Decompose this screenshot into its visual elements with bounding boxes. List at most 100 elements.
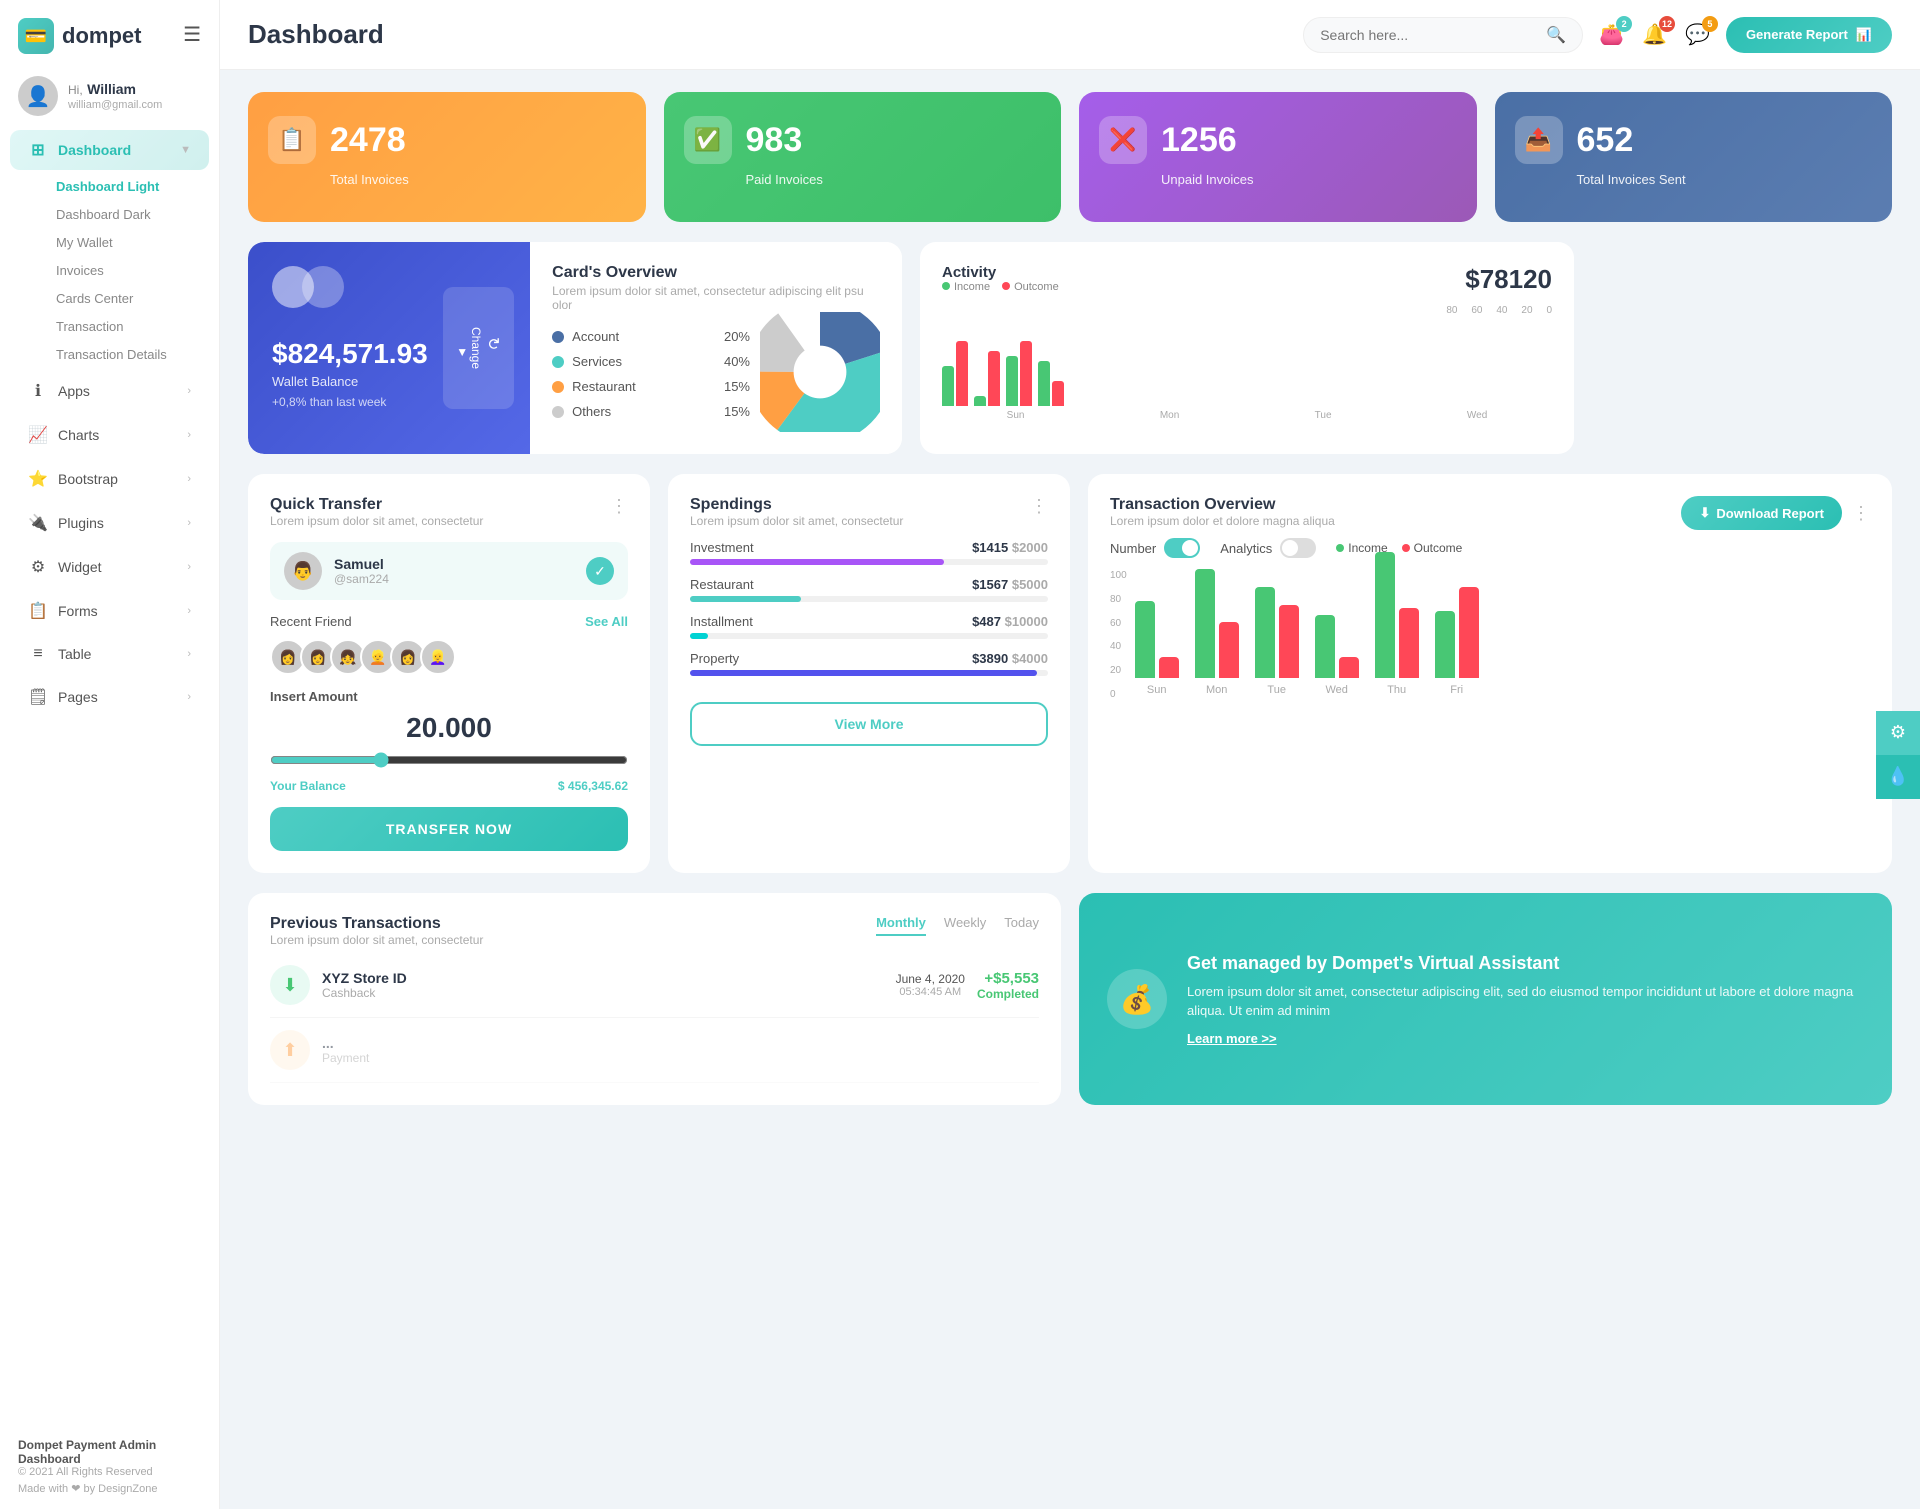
subitem-dashboard-dark[interactable]: Dashboard Dark (38, 201, 209, 228)
unpaid-invoices-icon: ❌ (1099, 116, 1147, 164)
notification-icon-btn[interactable]: 🔔 12 (1642, 22, 1667, 47)
y-axis-labels: 020406080100 (1110, 570, 1127, 720)
transfer-now-button[interactable]: TRANSFER NOW (270, 807, 628, 851)
paid-invoices-icon: ✅ (684, 116, 732, 164)
quick-transfer-menu[interactable]: ⋮ (610, 496, 628, 517)
big-bar-chart-wrapper: 020406080100 Sun (1110, 570, 1870, 720)
bar-sun-outcome (956, 341, 968, 406)
sidebar-item-apps[interactable]: ℹ Apps › (10, 371, 209, 411)
search-input[interactable] (1320, 27, 1538, 43)
subitem-invoices[interactable]: Invoices (38, 257, 209, 284)
subitem-transaction[interactable]: Transaction (38, 313, 209, 340)
tab-today[interactable]: Today (1004, 915, 1039, 936)
spendings-card: Spendings Lorem ipsum dolor sit amet, co… (668, 474, 1070, 873)
va-title: Get managed by Dompet's Virtual Assistan… (1187, 953, 1864, 974)
activity-bar-chart (942, 326, 1552, 406)
sidebar-item-pages[interactable]: 🗒 Pages › (10, 677, 209, 717)
droplet-icon: 💧 (1887, 766, 1909, 787)
card-overview-combined: $824,571.93 Wallet Balance +0,8% than la… (248, 242, 902, 454)
tx-name-2: ... (322, 1035, 1039, 1051)
amount-slider[interactable] (270, 752, 628, 768)
see-all-link[interactable]: See All (585, 614, 628, 629)
sidebar-item-dashboard[interactable]: ⊞ Dashboard ▼ (10, 130, 209, 170)
sent-invoices-label: Total Invoices Sent (1577, 172, 1873, 187)
bar-group-tue (1006, 341, 1032, 406)
sidebar-item-forms[interactable]: 📋 Forms › (10, 591, 209, 631)
services-dot (552, 356, 564, 368)
sidebar-label-plugins: Plugins (58, 515, 104, 531)
thu-label: Thu (1387, 684, 1406, 696)
tx-amount-col: +$5,553 Completed (977, 970, 1039, 1001)
page-content: 📋 2478 Total Invoices ✅ 983 Paid Invoice… (220, 70, 1920, 1509)
tx-amount-1: +$5,553 (977, 970, 1039, 987)
last-section: Previous Transactions Lorem ipsum dolor … (248, 893, 1892, 1105)
search-bar[interactable]: 🔍 (1303, 17, 1583, 53)
subitem-dashboard-light[interactable]: Dashboard Light (38, 173, 209, 200)
total-invoices-label: Total Invoices (330, 172, 626, 187)
wallet-icon-btn[interactable]: 👛 2 (1599, 22, 1624, 47)
charts-icon: 📈 (28, 425, 48, 445)
forms-icon: 📋 (28, 601, 48, 621)
thu-income-bar (1375, 552, 1395, 678)
subitem-transaction-details[interactable]: Transaction Details (38, 341, 209, 368)
sidebar-label-widget: Widget (58, 559, 102, 575)
wed-label: Wed (1325, 684, 1347, 696)
view-more-button[interactable]: View More (690, 702, 1048, 746)
overview-title: Card's Overview (552, 264, 880, 282)
unpaid-invoices-label: Unpaid Invoices (1161, 172, 1457, 187)
droplet-right-button[interactable]: 💧 (1876, 755, 1920, 799)
tx-tabs: Monthly Weekly Today (876, 915, 1039, 936)
spendings-subtitle: Lorem ipsum dolor sit amet, consectetur (690, 514, 903, 528)
fri-label: Fri (1450, 684, 1463, 696)
subitem-cards-center[interactable]: Cards Center (38, 285, 209, 312)
download-report-button[interactable]: ⬇ Download Report (1681, 496, 1842, 530)
spendings-menu[interactable]: ⋮ (1030, 496, 1048, 517)
analytics-toggle[interactable] (1280, 538, 1316, 558)
sidebar-item-bootstrap[interactable]: ⭐ Bootstrap › (10, 459, 209, 499)
card-circle-2 (302, 266, 344, 308)
hamburger-icon[interactable]: ☰ (183, 22, 201, 47)
samuel-name: Samuel (334, 556, 389, 572)
va-learn-more-link[interactable]: Learn more >> (1187, 1031, 1864, 1046)
chevron-right-icon-7: › (187, 648, 191, 660)
stat-card-paid-invoices: ✅ 983 Paid Invoices (664, 92, 1062, 222)
main-content: Dashboard 🔍 👛 2 🔔 12 💬 5 Generate Report… (220, 0, 1920, 1509)
message-icon-btn[interactable]: 💬 5 (1685, 22, 1710, 47)
subitem-my-wallet[interactable]: My Wallet (38, 229, 209, 256)
refresh-icon: ↻ (483, 327, 502, 361)
bottom-section: Quick Transfer Lorem ipsum dolor sit ame… (248, 474, 1892, 873)
wallet-badge: 2 (1616, 16, 1632, 32)
sun-outcome-bar (1159, 657, 1179, 678)
dashboard-submenu: Dashboard Light Dashboard Dark My Wallet… (0, 172, 219, 369)
sidebar-item-widget[interactable]: ⚙ Widget › (10, 547, 209, 587)
sidebar-item-plugins[interactable]: 🔌 Plugins › (10, 503, 209, 543)
friend-6: 👱‍♀️ (420, 639, 456, 675)
sidebar-item-charts[interactable]: 📈 Charts › (10, 415, 209, 455)
notification-badge: 12 (1659, 16, 1675, 32)
generate-report-button[interactable]: Generate Report 📊 (1726, 17, 1892, 53)
sidebar-label-charts: Charts (58, 427, 99, 443)
transaction-overview-menu[interactable]: ⋮ (1852, 503, 1870, 524)
bar-pair-wed (1315, 615, 1359, 678)
footer-year: © 2021 All Rights Reserved (18, 1466, 201, 1478)
tx-info-1: XYZ Store ID Cashback (322, 970, 884, 1000)
logo-area: 💳 dompet ☰ (0, 0, 219, 64)
stat-card-total-invoices: 📋 2478 Total Invoices (248, 92, 646, 222)
big-bar-chart: Sun Mon (1135, 570, 1870, 720)
legend-item-services: Services 40% (552, 354, 750, 369)
number-toggle[interactable] (1164, 538, 1200, 558)
income-dot-2 (1336, 544, 1344, 552)
user-info: Hi, William william@gmail.com (68, 81, 162, 111)
tab-monthly[interactable]: Monthly (876, 915, 926, 936)
tx-date-1: June 4, 2020 (896, 972, 965, 986)
change-button[interactable]: ↻ Change ▼ (443, 287, 514, 409)
mon-outcome-bar (1219, 622, 1239, 678)
sidebar-item-table[interactable]: ≡ Table › (10, 635, 209, 673)
bar-pair-sun (1135, 601, 1179, 678)
activity-title: Activity (942, 264, 1059, 281)
quick-transfer-title: Quick Transfer (270, 496, 483, 514)
tab-weekly[interactable]: Weekly (944, 915, 986, 936)
virtual-assistant-card: 💰 Get managed by Dompet's Virtual Assist… (1079, 893, 1892, 1105)
settings-right-button[interactable]: ⚙ (1876, 711, 1920, 755)
others-dot (552, 406, 564, 418)
